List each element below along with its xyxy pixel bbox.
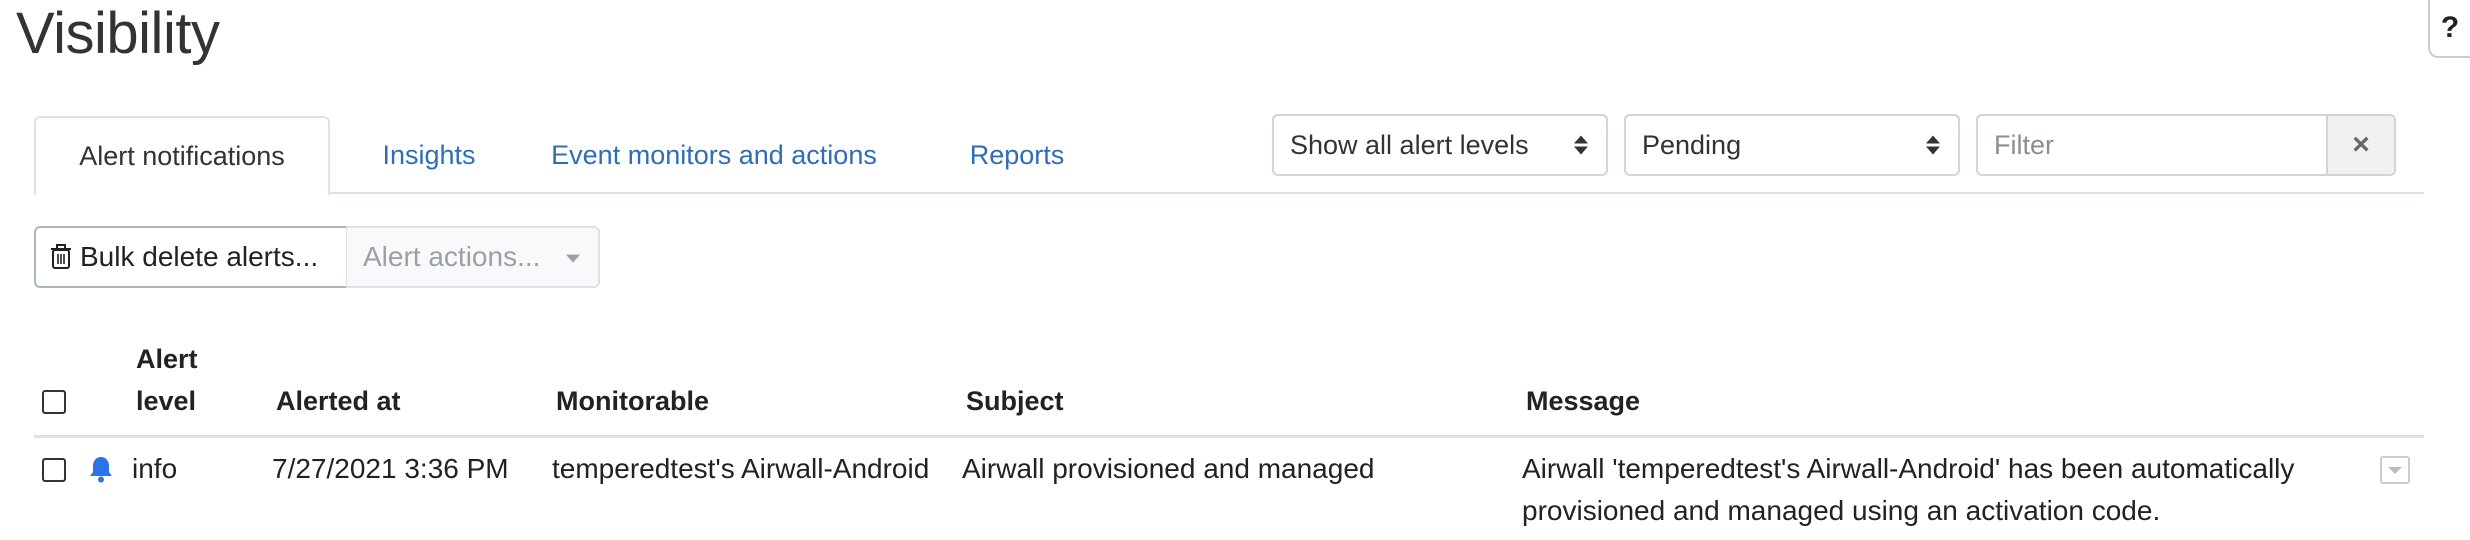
filter-input[interactable]	[1976, 114, 2328, 176]
alert-actions-dropdown[interactable]: Alert actions...	[346, 226, 600, 288]
subject-value: Airwall provisioned and managed	[962, 453, 1375, 484]
table-row[interactable]: info 7/27/2021 3:36 PM temperedtest's Ai…	[34, 440, 2424, 540]
chevron-down-icon	[566, 254, 580, 263]
alert-actions-label: Alert actions...	[363, 241, 541, 272]
monitorable-value: temperedtest's Airwall-Android	[552, 453, 930, 484]
select-all-checkbox[interactable]	[42, 390, 66, 414]
column-header-monitorable[interactable]: Monitorable	[556, 380, 709, 422]
clear-filter-button[interactable]: ×	[2326, 114, 2396, 176]
alert-level-select[interactable]: Show all alert levels	[1272, 114, 1608, 176]
message-line-2: provisioned and managed using an activat…	[1522, 495, 2161, 526]
select-caret-icon	[1926, 135, 1940, 155]
select-caret-icon	[1574, 135, 1588, 155]
bell-icon	[90, 457, 112, 483]
alert-level-value: info	[132, 453, 178, 484]
column-header-subject[interactable]: Subject	[966, 380, 1064, 422]
tab-alert-notifications[interactable]: Alert notifications	[34, 116, 330, 196]
tab-event-monitors-and-actions[interactable]: Event monitors and actions	[524, 116, 904, 194]
bulk-delete-alerts-button[interactable]: Bulk delete alerts...	[34, 226, 348, 288]
row-actions-menu[interactable]	[2380, 456, 2410, 484]
tab-insights[interactable]: Insights	[364, 116, 494, 194]
alert-level-select-value: Show all alert levels	[1290, 129, 1529, 160]
close-icon: ×	[2352, 128, 2370, 161]
tab-reports[interactable]: Reports	[932, 116, 1102, 194]
column-header-message[interactable]: Message	[1526, 380, 1640, 422]
trash-icon	[51, 244, 71, 269]
chevron-down-icon	[2388, 466, 2402, 474]
message-line-1: Airwall 'temperedtest's Airwall-Android'…	[1522, 453, 2295, 484]
help-button[interactable]: ?	[2428, 0, 2470, 58]
page-title: Visibility	[16, 1, 220, 66]
row-checkbox[interactable]	[42, 458, 66, 482]
column-header-alert-level-line1: Alert	[136, 344, 198, 374]
status-select[interactable]: Pending	[1624, 114, 1960, 176]
table-header: Alert level Alerted at Monitorable Subje…	[34, 330, 2424, 438]
column-header-alert-level[interactable]: Alert level	[136, 338, 198, 422]
bulk-delete-label: Bulk delete alerts...	[80, 241, 319, 272]
column-header-alert-level-line2: level	[136, 386, 197, 416]
status-select-value: Pending	[1642, 129, 1742, 160]
alerted-at-value: 7/27/2021 3:36 PM	[272, 453, 509, 484]
column-header-alerted-at[interactable]: Alerted at	[276, 380, 401, 422]
message-value: Airwall 'temperedtest's Airwall-Android'…	[1522, 448, 2294, 532]
